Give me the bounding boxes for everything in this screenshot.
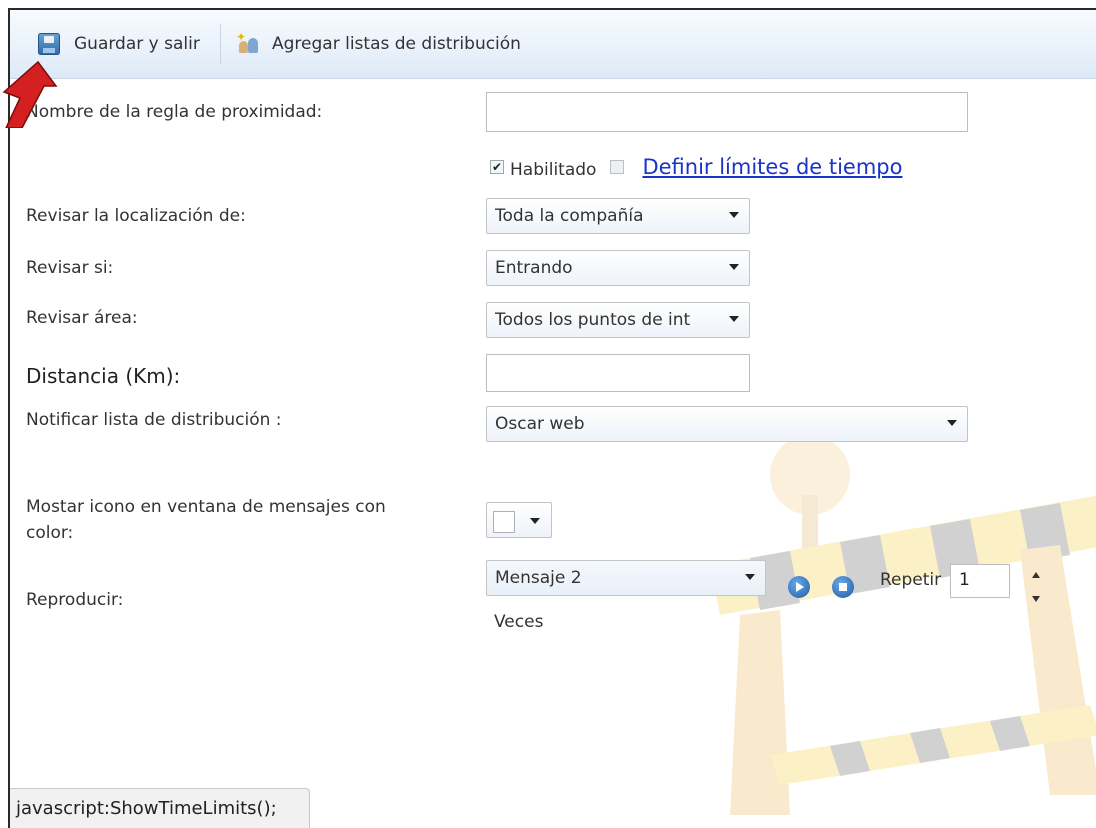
- construction-barrier-watermark: [710, 435, 1096, 815]
- check-area-label: Revisar área:: [26, 308, 138, 328]
- status-bar: javascript:ShowTimeLimits();: [10, 788, 310, 828]
- notify-list-select[interactable]: Oscar web: [486, 406, 968, 442]
- chevron-down-icon: [745, 574, 755, 580]
- add-distribution-lists-label: Agregar listas de distribución: [272, 34, 521, 54]
- toolbar: Guardar y salir ✦ Agregar listas de dist…: [10, 10, 1096, 79]
- color-swatch: [493, 511, 515, 533]
- chevron-down-icon: [729, 316, 739, 322]
- check-area-value: Todos los puntos de int: [495, 310, 691, 330]
- stepper-up-icon[interactable]: [1032, 572, 1040, 578]
- play-label: Reproducir:: [26, 590, 124, 610]
- play-button[interactable]: [788, 576, 810, 598]
- notify-list-label: Notificar lista de distribución :: [26, 410, 282, 430]
- repeat-label: Repetir: [880, 570, 942, 590]
- color-picker[interactable]: [486, 502, 552, 538]
- check-location-value: Toda la compañía: [495, 206, 644, 226]
- rule-name-input[interactable]: [486, 92, 968, 132]
- check-if-value: Entrando: [495, 258, 573, 278]
- enabled-checkbox[interactable]: ✔: [490, 160, 504, 174]
- red-arrow-annotation: [2, 60, 58, 128]
- stop-button[interactable]: [832, 576, 854, 598]
- stop-icon: [839, 583, 847, 591]
- save-and-exit-label: Guardar y salir: [74, 34, 200, 54]
- check-if-select[interactable]: Entrando: [486, 250, 750, 286]
- play-message-select[interactable]: Mensaje 2: [486, 560, 766, 596]
- chevron-down-icon: [947, 420, 957, 426]
- show-icon-color-label-line2: color:: [26, 523, 74, 543]
- enabled-row: ✔ Habilitado Definir límites de tiempo: [490, 154, 903, 180]
- check-location-label: Revisar la localización de:: [26, 206, 246, 226]
- chevron-down-icon: [729, 264, 739, 270]
- distance-input[interactable]: [486, 354, 750, 392]
- toolbar-separator: [220, 24, 221, 64]
- save-and-exit-button[interactable]: Guardar y salir: [38, 28, 200, 60]
- add-users-icon: ✦: [236, 31, 262, 55]
- stepper-down-icon[interactable]: [1032, 596, 1040, 602]
- check-area-select[interactable]: Todos los puntos de int: [486, 302, 750, 338]
- enabled-label: Habilitado: [510, 160, 597, 180]
- save-icon: [38, 33, 60, 55]
- show-icon-color-label-line1: Mostar icono en ventana de mensajes con: [26, 497, 386, 517]
- times-label: Veces: [494, 612, 544, 632]
- time-limits-checkbox[interactable]: [610, 160, 625, 174]
- chevron-down-icon: [729, 212, 739, 218]
- show-icon-color-label: Mostar icono en ventana de mensajes con …: [26, 494, 386, 546]
- play-icon: [796, 582, 804, 592]
- play-message-value: Mensaje 2: [495, 568, 582, 588]
- form-window: Guardar y salir ✦ Agregar listas de dist…: [8, 8, 1096, 828]
- notify-list-value: Oscar web: [495, 414, 585, 434]
- add-distribution-lists-button[interactable]: ✦ Agregar listas de distribución: [236, 28, 521, 60]
- repeat-count-input[interactable]: 1: [950, 564, 1010, 598]
- check-if-label: Revisar si:: [26, 258, 114, 278]
- define-time-limits-link[interactable]: Definir límites de tiempo: [642, 155, 902, 179]
- check-location-select[interactable]: Toda la compañía: [486, 198, 750, 234]
- distance-label: Distancia (Km):: [26, 364, 181, 388]
- repeat-stepper[interactable]: [1030, 570, 1042, 606]
- chevron-down-icon: [530, 518, 540, 524]
- rule-name-label: Nombre de la regla de proximidad:: [26, 102, 323, 122]
